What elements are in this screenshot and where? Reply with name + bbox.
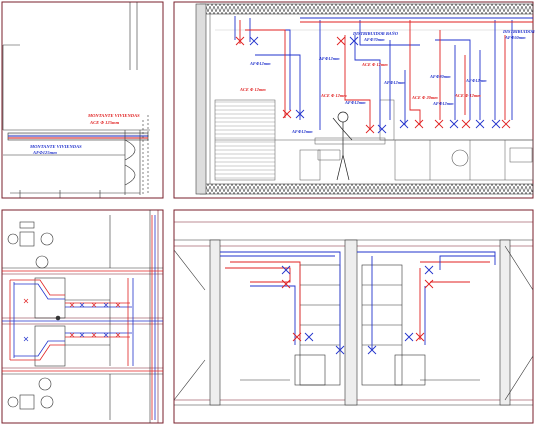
table-icon [19,394,35,410]
label-ace-12-b: ACE Φ 12mm [361,62,388,67]
label-af-12-g: AFΦ12mm [432,101,454,106]
table-icon [19,231,35,247]
valve-icon [424,279,434,289]
label-af-70-bano: AFΦ70mm [363,37,385,42]
label-af-125: AFΦ125mm [32,150,57,155]
valve-icon [336,36,346,46]
label-distribuidor-2: DISTRIBUIDOR [502,29,535,34]
bottom-section-piping [220,251,496,350]
valve-icon [475,119,485,129]
valve-icon [399,119,409,129]
floor-plan-valves [23,298,121,342]
valve-icon [449,119,459,129]
building-section-view [2,2,150,198]
bath-counter [299,137,386,181]
floor-plan-view [2,210,163,423]
valve-icon [501,119,511,129]
plant-icon [35,255,49,269]
valve-icon [249,36,259,46]
label-ace-12-a: ACE Φ 12mm [239,87,266,92]
valve-icon [282,109,292,119]
chair-icon [19,221,35,229]
label-af-12-d: AFΦ12mm [344,100,366,105]
valve-icon [103,302,109,308]
valve-icon [115,302,121,308]
valve-icon [404,332,414,342]
label-ace-12-d: ACE Φ 12mm [454,93,481,98]
label-ace-12-c: ACE Φ 12mm [320,93,347,98]
panel-bottom-left [1,209,164,424]
label-af-12-e: AFΦ12mm [383,80,405,85]
top-right-valves [235,36,511,134]
valve-icon [281,279,291,289]
chair-icon [40,232,54,246]
valve-icon [434,119,444,129]
valve-icon [91,332,97,338]
valve-icon [349,36,359,46]
label-ace-125: ACE Φ 125mm [89,120,120,125]
chair-icon [7,233,19,245]
valve-icon [491,119,501,129]
valve-icon [23,336,29,342]
label-ace-20: ACE Φ 20mm [411,95,438,100]
chair-icon [40,395,54,409]
label-distribuidor-bano: DISTRIBUIDOR BAÑO [352,31,399,36]
label-af-12-c: AFΦ12mm [318,56,340,61]
label-montante-viviendas-2: MONTANTE VIVIENDAS [29,144,82,149]
valve-icon [414,119,424,129]
label-montante-viviendas-1: MONTANTE VIVIENDAS [87,113,140,118]
person-figure [332,111,353,181]
label-af-12-a: AFΦ12mm [249,61,271,66]
panel-top-left [1,1,164,199]
valve-icon [115,332,121,338]
valve-icon [79,302,85,308]
label-af-50-dist: AFΦ50mm [504,35,526,40]
valve-icon [424,265,434,275]
label-af-12-f: AFΦ12mm [465,78,487,83]
bottom-section-valves [281,265,434,355]
plant-icon [38,377,52,391]
bottom-section-view [173,221,534,406]
valve-icon [91,302,97,308]
label-af-20: AFΦ20mm [429,74,451,79]
valve-icon [281,265,291,275]
plumbing-drawing-sheet: MONTANTE VIVIENDAS ACE Φ 125mm MONTANTE … [1,1,535,424]
valve-icon [69,302,75,308]
valve-icon [69,332,75,338]
valve-icon [377,124,387,134]
label-af-12-b: AFΦ12mm [291,129,313,134]
valve-icon [23,298,29,304]
valve-icon [304,332,314,342]
valve-icon [79,332,85,338]
valve-icon [461,119,471,129]
valve-icon [103,332,109,338]
chair-icon [7,396,19,408]
